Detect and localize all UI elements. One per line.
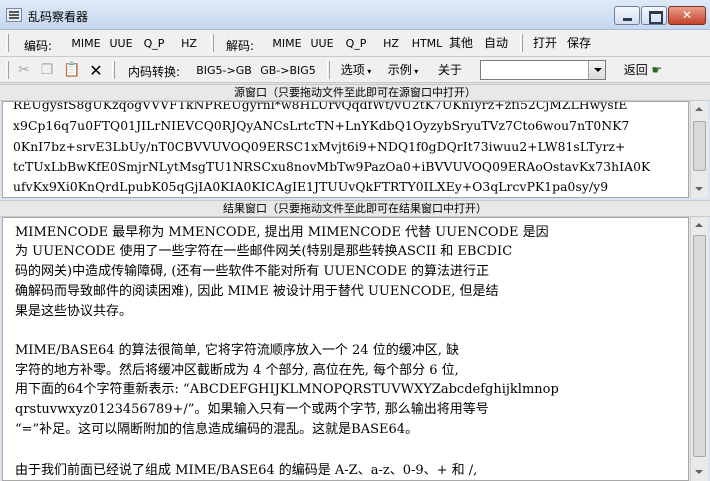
pointing-hand-icon: ☛ <box>647 63 663 77</box>
result-line: MIME/BASE64 的算法很简单, 它将字符流顺序放入一个 24 位的缓冲区… <box>15 343 459 358</box>
maximize-button[interactable] <box>641 6 667 25</box>
encode-uue-button[interactable]: UUE <box>106 34 136 53</box>
paste-icon[interactable]: 📋 <box>62 61 82 80</box>
result-line: 确解码而导致邮件的阅读困难), 因此 MIME 被设计用于替代 UUENCODE… <box>15 284 499 299</box>
result-line: 为 UUENCODE 使用了一些字符在一些邮件网关(特别是那些转换ASCII 和… <box>15 244 513 259</box>
decode-label: 解码: <box>226 39 255 53</box>
source-line: REUgysfS8gUKzqogVVVFTkNPREUgyrnl*w8HLUrv… <box>13 101 628 112</box>
close-button[interactable] <box>668 6 706 25</box>
source-window-header: 源窗口（只要拖动文件至此即可在源窗口中打开） <box>0 84 710 101</box>
gb-to-big5-button[interactable]: GB->BIG5 <box>258 61 318 80</box>
minimize-button[interactable] <box>614 6 640 25</box>
toolbar-separator <box>211 34 214 52</box>
toolbar-grip[interactable] <box>6 34 9 52</box>
back-button[interactable]: 返回 ☛ <box>617 61 669 80</box>
title-bar: 乱码察看器 <box>0 0 710 30</box>
result-line: 字符的地方补零。然后将缓冲区截断成为 4 个部分, 高位在先, 每个部分 6 位… <box>15 363 459 378</box>
edit-toolbar: ✂ ❐ 📋 ✕ 内码转换: BIG5->GB GB->BIG5 选项 ▾ 示例 … <box>0 57 710 83</box>
window-title: 乱码察看器 <box>28 10 89 24</box>
cut-icon[interactable]: ✂ <box>14 61 34 80</box>
result-textarea[interactable]: MIMENCODE 最早称为 MMENCODE, 提出用 MIMENCODE 代… <box>2 217 689 481</box>
toolbar-separator <box>520 34 523 52</box>
toolbar-separator <box>327 61 330 79</box>
result-line: 果是这些协议共存。 <box>15 304 133 319</box>
example-menu[interactable]: 示例 ▾ <box>383 61 423 80</box>
save-button[interactable]: 保存 <box>564 34 594 53</box>
toolbar-grip[interactable] <box>6 61 9 79</box>
decode-mime-button[interactable]: MIME <box>269 34 305 53</box>
decode-other-button[interactable]: 其他 <box>447 34 475 53</box>
source-line: ufvKx9Xi0KnQrdLpubK05qGjIA0KIA0KICAgIE1J… <box>13 180 609 194</box>
toolbar-separator <box>112 61 115 79</box>
result-scrollbar[interactable] <box>690 217 708 481</box>
about-button[interactable]: 关于 <box>435 61 465 80</box>
clear-icon[interactable]: ✕ <box>86 61 106 80</box>
scroll-thumb[interactable] <box>693 235 706 457</box>
result-line: 码的网关)中造成传输障碍, (还有一些软件不能对所有 UUENCODE 的算法进… <box>15 264 489 279</box>
result-window-header: 结果窗口（只要拖动文件至此即可在结果窗口中打开） <box>0 200 710 217</box>
decode-uue-button[interactable]: UUE <box>307 34 337 53</box>
result-line: MIMENCODE 最早称为 MMENCODE, 提出用 MIMENCODE 代… <box>15 225 549 240</box>
source-line: tcTUxLbBwKfE0SmjrNLytMsgTU1NRSCxu8novMbT… <box>13 160 651 174</box>
app-icon <box>6 8 22 22</box>
encode-label: 编码: <box>24 39 53 53</box>
encode-decode-toolbar: 编码: MIME UUE Q_P HZ 解码: MIME UUE Q_P HZ … <box>0 30 710 57</box>
dropdown-arrow-icon: ▾ <box>411 67 419 76</box>
scroll-up-icon[interactable] <box>691 101 708 118</box>
back-label: 返回 <box>623 63 648 77</box>
encode-hz-button[interactable]: HZ <box>176 34 202 53</box>
scroll-down-icon[interactable] <box>691 180 708 197</box>
source-scrollbar[interactable] <box>690 101 708 198</box>
example-label: 示例 <box>387 63 412 77</box>
result-line: 用下面的64个字符重新表示: “ABCDEFGHIJKLMNOPQRSTUVWX… <box>15 382 559 397</box>
result-line: qrstuvwxyz0123456789+/”。如果输入只有一个或两个字节, 那… <box>15 402 489 417</box>
decode-hz-button[interactable]: HZ <box>378 34 404 53</box>
history-combo[interactable] <box>480 60 606 80</box>
combo-dropdown-icon[interactable] <box>588 61 605 79</box>
scroll-up-icon[interactable] <box>691 217 708 234</box>
convert-label: 内码转换: <box>128 65 181 79</box>
options-label: 选项 <box>340 63 365 77</box>
dropdown-arrow-icon: ▾ <box>364 67 372 76</box>
decode-qp-button[interactable]: Q_P <box>341 34 371 53</box>
copy-icon[interactable]: ❐ <box>37 61 57 80</box>
encode-mime-button[interactable]: MIME <box>68 34 104 53</box>
decode-html-button[interactable]: HTML <box>409 34 445 53</box>
result-line: “=”补足。这可以隔断附加的信息造成编码的混乱。这就是BASE64。 <box>15 422 419 437</box>
big5-to-gb-button[interactable]: BIG5->GB <box>194 61 254 80</box>
scroll-down-icon[interactable] <box>691 463 708 480</box>
result-line: 由于我们前面已经说了组成 MIME/BASE64 的编码是 A-Z、a-z、0-… <box>15 463 478 478</box>
open-button[interactable]: 打开 <box>530 34 560 53</box>
encode-qp-button[interactable]: Q_P <box>139 34 169 53</box>
source-line: x9Cp16q7u0FTQ01JILrNIEVCQ0RJQyANCsLrtcTN… <box>13 119 630 133</box>
source-textarea[interactable]: REUgysfS8gUKzqogVVVFTkNPREUgyrnl*w8HLUrv… <box>2 101 689 198</box>
scroll-thumb[interactable] <box>693 121 706 171</box>
options-menu[interactable]: 选项 ▾ <box>336 61 376 80</box>
source-line: 0KnI7bz+srvE3LbUy/nT0CBVVUVOQ09ERSC1xMvj… <box>13 140 626 154</box>
decode-auto-button[interactable]: 自动 <box>481 34 511 53</box>
